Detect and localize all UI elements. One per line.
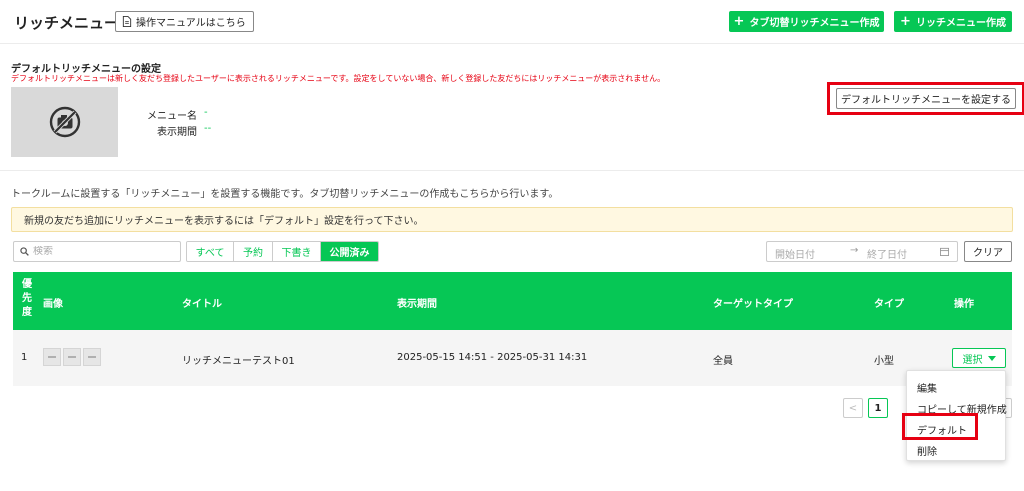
set-default-rich-menu-button[interactable]: デフォルトリッチメニューを設定する <box>836 88 1016 109</box>
manual-button[interactable]: 操作マニュアルはこちら <box>115 11 254 32</box>
notice-banner: 新規の友だち追加にリッチメニューを表示するには「デフォルト」設定を行って下さい。 <box>11 207 1013 232</box>
column-header-image: 画像 <box>43 299 63 310</box>
manual-button-label: 操作マニュアルはこちら <box>136 18 246 29</box>
menu-item-delete[interactable]: 削除 <box>917 443 937 458</box>
calendar-icon <box>940 247 949 256</box>
menu-item-edit[interactable]: 編集 <box>917 380 937 395</box>
plus-icon: + <box>733 14 745 29</box>
clear-button[interactable]: クリア <box>964 241 1012 262</box>
action-select-label: 選択 <box>962 354 983 366</box>
column-header-target: ターゲットタイプ <box>713 299 793 310</box>
page-header: リッチメニュー 操作マニュアルはこちら + タブ切替リッチメニュー作成 + リッ… <box>0 0 1024 44</box>
create-rich-menu-button[interactable]: + リッチメニュー作成 <box>894 11 1012 32</box>
notice-text: 新規の友だち追加にリッチメニューを表示するには「デフォルト」設定を行って下さい。 <box>24 216 424 227</box>
status-filter-tabs: すべて 予約 下書き 公開済み <box>186 241 379 262</box>
column-header-type: タイプ <box>874 299 904 310</box>
row-period: 2025-05-15 14:51 - 2025-05-31 14:31 <box>397 352 588 363</box>
pagination: < 1 <box>843 398 888 418</box>
column-header-priority: 優 先 度 <box>22 279 32 318</box>
thumbnail <box>83 348 101 366</box>
thumbnail <box>63 348 81 366</box>
table-header: 優 先 度 画像 タイトル 表示期間 ターゲットタイプ タイプ 操作 <box>13 272 1012 330</box>
document-icon <box>122 16 132 27</box>
filter-tab-scheduled[interactable]: 予約 <box>234 242 273 261</box>
row-type: 小型 <box>874 356 894 367</box>
menu-name-value: - <box>204 107 208 118</box>
plus-icon: + <box>900 14 911 29</box>
filter-tab-draft[interactable]: 下書き <box>273 242 321 261</box>
filter-tab-published[interactable]: 公開済み <box>321 242 378 261</box>
display-period-value: -- <box>204 123 212 134</box>
default-menu-image-placeholder <box>11 87 118 157</box>
row-target: 全員 <box>713 356 733 367</box>
page-title: リッチメニュー <box>14 14 120 32</box>
caret-down-icon <box>987 355 996 361</box>
display-period-label: 表示期間 <box>157 127 197 138</box>
table-row: 1 リッチメニューテスト01 2025-05-15 14:51 - 2025-0… <box>13 330 1012 386</box>
default-menu-item-highlight <box>902 413 978 440</box>
date-range-picker[interactable]: 開始日付 → 終了日付 <box>766 241 958 262</box>
search-input[interactable] <box>33 246 173 257</box>
intro-text: トークルームに設置する「リッチメニュー」を設置する機能です。タブ切替リッチメニュ… <box>11 189 559 200</box>
column-header-action: 操作 <box>954 299 974 310</box>
thumbnail <box>43 348 61 366</box>
search-box <box>13 241 181 262</box>
end-date-input[interactable]: 終了日付 <box>867 246 907 261</box>
page-button-1[interactable]: 1 <box>868 398 888 418</box>
action-select-button[interactable]: 選択 <box>952 348 1006 368</box>
create-tab-rich-menu-label: タブ切替リッチメニュー作成 <box>749 18 880 29</box>
create-rich-menu-label: リッチメニュー作成 <box>915 18 1006 29</box>
row-priority: 1 <box>21 352 28 363</box>
no-photo-icon <box>49 106 80 138</box>
column-header-title: タイトル <box>182 299 222 310</box>
menu-name-label: メニュー名 <box>147 111 197 122</box>
search-icon <box>20 247 29 256</box>
row-title[interactable]: リッチメニューテスト01 <box>182 352 295 367</box>
date-range-arrow: → <box>850 245 859 256</box>
start-date-input[interactable]: 開始日付 <box>775 246 815 261</box>
default-section-description: デフォルトリッチメニューは新しく友だち登録したユーザーに表示されるリッチメニュー… <box>11 74 666 83</box>
filter-tab-all[interactable]: すべて <box>187 242 234 261</box>
create-tab-rich-menu-button[interactable]: + タブ切替リッチメニュー作成 <box>729 11 884 32</box>
column-header-period: 表示期間 <box>397 299 437 310</box>
section-divider <box>0 170 1024 171</box>
prev-page-button[interactable]: < <box>843 398 863 418</box>
row-image-thumbnails[interactable] <box>43 348 101 366</box>
